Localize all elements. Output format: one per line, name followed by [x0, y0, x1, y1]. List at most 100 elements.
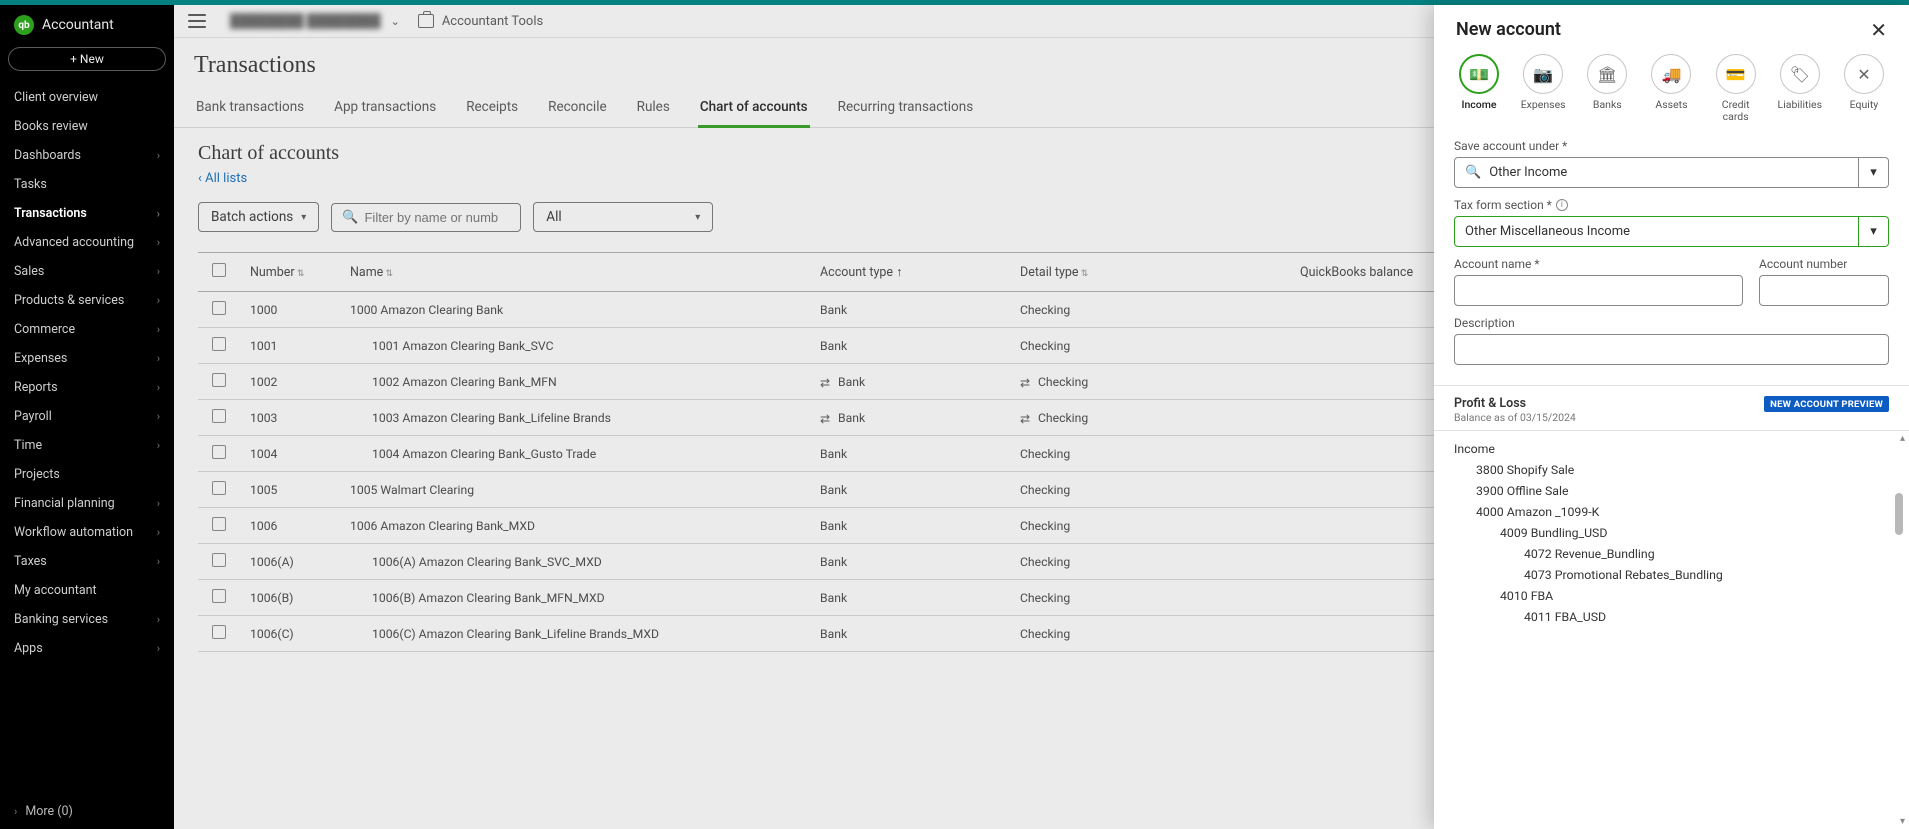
- sidebar-item-sales[interactable]: Sales›: [0, 257, 174, 286]
- sidebar-item-banking-services[interactable]: Banking services ›: [0, 605, 174, 634]
- close-icon[interactable]: ✕: [1870, 20, 1887, 40]
- cell-number: 1000: [242, 292, 342, 328]
- sidebar-item-label: Commerce: [14, 322, 75, 337]
- row-checkbox[interactable]: [212, 481, 226, 495]
- save-under-label: Save account under *: [1454, 139, 1567, 153]
- row-checkbox[interactable]: [212, 409, 226, 423]
- preview-body: ▴ ▾ Income3800 Shopify Sale3900 Offline …: [1434, 431, 1909, 829]
- filter-input[interactable]: [364, 210, 540, 225]
- filter-input-wrap[interactable]: 🔍: [331, 203, 521, 232]
- type-filter-dropdown[interactable]: All ▾: [533, 202, 713, 232]
- sidebar-item-label: Banking services: [14, 612, 108, 627]
- sidebar-item-payroll[interactable]: Payroll›: [0, 402, 174, 431]
- column-checkbox[interactable]: [198, 253, 242, 292]
- save-under-select[interactable]: 🔍 Other Income ▾: [1454, 157, 1889, 188]
- sidebar-item-reports[interactable]: Reports›: [0, 373, 174, 402]
- column-detail-type[interactable]: Detail type: [1012, 253, 1292, 292]
- sidebar-item-taxes[interactable]: Taxes›: [0, 547, 174, 576]
- chevron-down-icon[interactable]: ▾: [1859, 157, 1889, 188]
- sidebar-item-client-overview[interactable]: Client overview: [0, 83, 174, 112]
- sidebar-item-financial-planning[interactable]: Financial planning›: [0, 489, 174, 518]
- sidebar-item-apps[interactable]: Apps›: [0, 634, 174, 663]
- type-filter-value: All: [546, 209, 561, 225]
- tax-form-value: Other Miscellaneous Income: [1465, 224, 1630, 239]
- account-type-income[interactable]: 💵 Income: [1454, 54, 1504, 123]
- chevron-down-icon[interactable]: ▾: [1859, 216, 1889, 247]
- row-checkbox[interactable]: [212, 301, 226, 315]
- save-under-value: Other Income: [1489, 165, 1567, 180]
- cell-name: 1002 Amazon Clearing Bank_MFN: [342, 364, 812, 400]
- description-input[interactable]: [1454, 334, 1889, 365]
- row-checkbox[interactable]: [212, 373, 226, 387]
- tab-rules[interactable]: Rules: [635, 89, 672, 127]
- sidebar-item-expenses[interactable]: Expenses›: [0, 344, 174, 373]
- scroll-up-icon[interactable]: ▴: [1900, 433, 1905, 444]
- account-type-credit-cards[interactable]: 💳Credit cards: [1711, 54, 1761, 123]
- chevron-right-icon: ›: [157, 613, 160, 626]
- cell-number: 1004: [242, 436, 342, 472]
- sidebar-more[interactable]: › More (0): [0, 794, 174, 829]
- account-type-liabilities[interactable]: 🏷Liabilities: [1775, 54, 1825, 123]
- sidebar-item-tasks[interactable]: Tasks: [0, 170, 174, 199]
- batch-actions-button[interactable]: Batch actions ▾: [198, 202, 319, 232]
- sidebar-item-dashboards[interactable]: Dashboards›: [0, 141, 174, 170]
- income-icon: 💵: [1459, 54, 1499, 94]
- tab-receipts[interactable]: Receipts: [464, 89, 520, 127]
- bank-icon: ⇄: [820, 376, 832, 388]
- tax-form-select[interactable]: Other Miscellaneous Income ▾: [1454, 216, 1889, 247]
- cell-account-type: ⇄Bank: [812, 364, 1012, 400]
- sidebar-item-label: Apps: [14, 641, 43, 656]
- preview-line: 4011 FBA_USD: [1454, 607, 1889, 628]
- tab-reconcile[interactable]: Reconcile: [546, 89, 609, 127]
- tab-app-transactions[interactable]: App transactions: [332, 89, 438, 127]
- sidebar-item-label: Payroll: [14, 409, 52, 424]
- sidebar-item-label: Sales: [14, 264, 44, 279]
- row-checkbox[interactable]: [212, 625, 226, 639]
- accountant-tools-link[interactable]: Accountant Tools: [418, 14, 543, 29]
- search-icon: 🔍: [342, 210, 358, 225]
- row-checkbox[interactable]: [212, 445, 226, 459]
- account-type-assets[interactable]: 🚚Assets: [1646, 54, 1696, 123]
- client-caret-icon[interactable]: ⌄: [391, 15, 400, 28]
- sidebar-item-advanced-accounting[interactable]: Advanced accounting›: [0, 228, 174, 257]
- sidebar-item-projects[interactable]: Projects: [0, 460, 174, 489]
- sidebar-item-time[interactable]: Time›: [0, 431, 174, 460]
- sidebar-item-workflow-automation[interactable]: Workflow automation›: [0, 518, 174, 547]
- scrollbar-thumb[interactable]: [1895, 493, 1903, 535]
- sidebar-item-books-review[interactable]: Books review: [0, 112, 174, 141]
- tab-chart-of-accounts[interactable]: Chart of accounts: [698, 89, 810, 128]
- hamburger-icon[interactable]: [188, 14, 206, 28]
- column-name[interactable]: Name: [342, 253, 812, 292]
- description-label: Description: [1454, 316, 1515, 330]
- row-checkbox[interactable]: [212, 517, 226, 531]
- account-name-input[interactable]: [1454, 275, 1743, 306]
- row-checkbox[interactable]: [212, 337, 226, 351]
- info-icon[interactable]: i: [1556, 199, 1568, 211]
- new-button[interactable]: + New: [8, 47, 166, 71]
- cell-detail-type: Checking: [1012, 580, 1292, 616]
- account-number-input[interactable]: [1759, 275, 1889, 306]
- column-number[interactable]: Number: [242, 253, 342, 292]
- tab-bank-transactions[interactable]: Bank transactions: [194, 89, 306, 127]
- sidebar-item-products-services[interactable]: Products & services›: [0, 286, 174, 315]
- account-type-banks[interactable]: 🏛Banks: [1582, 54, 1632, 123]
- account-type-equity[interactable]: ✕Equity: [1839, 54, 1889, 123]
- type-label: Income: [1461, 99, 1496, 111]
- cell-account-type: Bank: [812, 616, 1012, 652]
- row-checkbox[interactable]: [212, 553, 226, 567]
- row-checkbox[interactable]: [212, 589, 226, 603]
- column-account-type[interactable]: Account type: [812, 253, 1012, 292]
- scroll-down-icon[interactable]: ▾: [1900, 816, 1905, 827]
- account-type-expenses[interactable]: 📷Expenses: [1518, 54, 1568, 123]
- checkbox-icon[interactable]: [212, 263, 226, 277]
- sidebar-item-commerce[interactable]: Commerce›: [0, 315, 174, 344]
- sidebar-item-transactions[interactable]: Transactions›: [0, 199, 174, 228]
- sidebar-item-label: Taxes: [14, 554, 47, 569]
- tab-recurring-transactions[interactable]: Recurring transactions: [836, 89, 976, 127]
- cell-account-type: ⇄Bank: [812, 400, 1012, 436]
- cell-name: 1006(A) Amazon Clearing Bank_SVC_MXD: [342, 544, 812, 580]
- account-number-label: Account number: [1759, 257, 1847, 271]
- type-label: Banks: [1593, 99, 1622, 111]
- sidebar-item-my-accountant[interactable]: My accountant: [0, 576, 174, 605]
- client-name[interactable]: ████████ ████████: [224, 11, 387, 31]
